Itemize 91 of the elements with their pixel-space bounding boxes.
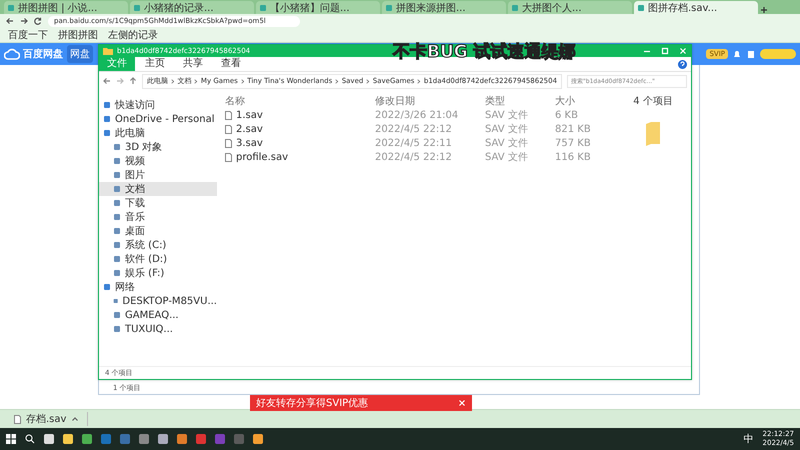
chevron-icon bbox=[366, 78, 370, 84]
file-date: 2022/3/26 21:04 bbox=[375, 110, 460, 120]
file-size: 821 KB bbox=[555, 124, 592, 134]
site-nav-link[interactable]: 网盘 bbox=[67, 45, 93, 63]
file-name: 2.sav bbox=[236, 124, 263, 134]
file-type: SAV 文件 bbox=[485, 108, 529, 122]
close-icon[interactable] bbox=[458, 399, 466, 407]
bookmark-link[interactable]: 百度一下 bbox=[8, 28, 48, 42]
page-icon bbox=[133, 4, 141, 12]
page-icon bbox=[511, 4, 519, 12]
file-row[interactable]: profile.sav 2022/4/5 22:12 SAV 文件 116 KB bbox=[225, 150, 615, 164]
bookmark-link[interactable]: 拼图拼图 bbox=[58, 28, 98, 42]
input-method-indicator[interactable]: 中 bbox=[744, 432, 754, 446]
folder-icon bbox=[103, 47, 113, 55]
maximize-icon[interactable] bbox=[661, 47, 669, 55]
nav-item[interactable]: 桌面 bbox=[99, 224, 217, 238]
help-icon[interactable] bbox=[678, 60, 687, 68]
nav-item[interactable]: 网络 bbox=[99, 280, 217, 294]
nav-item[interactable]: 软件 (D:) bbox=[99, 252, 217, 266]
nav-item[interactable]: 文档 bbox=[99, 182, 217, 196]
column-header[interactable]: 名称 bbox=[225, 94, 375, 108]
bell-icon bbox=[732, 49, 742, 59]
ribbon-tab[interactable]: 共享 bbox=[175, 57, 211, 71]
chevron-icon bbox=[240, 78, 244, 84]
item-count: 4 个项目 bbox=[633, 95, 673, 108]
nav-item[interactable]: TUXUIQ... bbox=[99, 322, 217, 336]
file-size: 116 KB bbox=[555, 152, 592, 162]
nav-item[interactable]: DESKTOP-M85VU... bbox=[99, 294, 217, 308]
file-row[interactable]: 1.sav 2022/3/26 21:04 SAV 文件 6 KB bbox=[225, 108, 615, 122]
cloud-icon bbox=[4, 48, 20, 60]
plus-icon[interactable] bbox=[760, 6, 768, 14]
ad-text: 好友转存分享得SVIP优惠 bbox=[256, 396, 368, 410]
nav-item[interactable]: 此电脑 bbox=[99, 126, 217, 140]
page-icon bbox=[259, 4, 267, 12]
file-date: 2022/4/5 22:12 bbox=[375, 152, 453, 162]
browser-tab[interactable]: 图拼存档.sav... bbox=[634, 1, 758, 14]
browser-tab[interactable]: 【小猪猪】问题... bbox=[256, 1, 380, 14]
chevron-icon bbox=[194, 78, 198, 84]
nav-item[interactable]: OneDrive - Personal bbox=[99, 112, 217, 126]
browser-tab[interactable]: 拼图拼图 | 小说... bbox=[4, 1, 128, 14]
file-name: 1.sav bbox=[236, 110, 263, 120]
column-header[interactable]: 大小 bbox=[555, 94, 615, 108]
page-icon bbox=[385, 4, 393, 12]
browser-tab[interactable]: 小猪猪的记录... bbox=[130, 1, 254, 14]
file-date: 2022/4/5 22:11 bbox=[375, 138, 453, 148]
nav-item[interactable]: 视频 bbox=[99, 154, 217, 168]
chevron-icon bbox=[171, 78, 174, 84]
nav-item[interactable]: 快速访问 bbox=[99, 98, 217, 112]
download-item[interactable]: 存档.sav bbox=[6, 412, 88, 426]
video-caption: 不卡BUG 试试速通缇娜 bbox=[393, 41, 576, 63]
windows-icon bbox=[6, 434, 16, 444]
bookmark-link[interactable]: 左侧的记录 bbox=[108, 28, 158, 42]
file-row[interactable]: 2.sav 2022/4/5 22:12 SAV 文件 821 KB bbox=[225, 122, 615, 136]
file-icon bbox=[14, 414, 21, 424]
upgrade-button[interactable] bbox=[760, 49, 796, 59]
column-header[interactable]: 类型 bbox=[485, 94, 555, 108]
chevron-icon bbox=[335, 78, 339, 84]
page-icon bbox=[7, 4, 15, 12]
site-logo-text: 百度网盘 bbox=[23, 47, 63, 61]
back-arrow-icon[interactable] bbox=[6, 17, 14, 25]
browser-tab[interactable]: 大拼图个人... bbox=[508, 1, 632, 14]
nav-item[interactable]: 音乐 bbox=[99, 210, 217, 224]
file-type: SAV 文件 bbox=[485, 122, 529, 136]
file-type: SAV 文件 bbox=[485, 150, 529, 164]
page-icon bbox=[637, 4, 645, 12]
file-name: 3.sav bbox=[236, 138, 263, 148]
file-date: 2022/4/5 22:12 bbox=[375, 124, 453, 134]
reload-icon[interactable] bbox=[34, 17, 42, 25]
browser-tab[interactable]: 拼图来源拼图... bbox=[382, 1, 506, 14]
nav-item[interactable]: 娱乐 (F:) bbox=[99, 266, 217, 280]
file-size: 6 KB bbox=[555, 110, 579, 120]
file-type: SAV 文件 bbox=[485, 136, 529, 150]
back-arrow-icon[interactable] bbox=[103, 77, 111, 85]
forward-arrow-icon[interactable] bbox=[20, 17, 28, 25]
nav-item[interactable]: GAMEAQ... bbox=[99, 308, 217, 322]
file-row[interactable]: 3.sav 2022/4/5 22:11 SAV 文件 757 KB bbox=[225, 136, 615, 150]
ribbon-tab[interactable]: 主页 bbox=[137, 57, 173, 71]
search-icon bbox=[25, 434, 35, 444]
nav-item[interactable]: 下载 bbox=[99, 196, 217, 210]
file-name: profile.sav bbox=[236, 152, 288, 162]
folder-icon bbox=[645, 122, 661, 146]
caret-icon[interactable] bbox=[71, 415, 80, 423]
nav-item[interactable]: 3D 对象 bbox=[99, 140, 217, 154]
file-size: 757 KB bbox=[555, 138, 592, 148]
up-arrow-icon[interactable] bbox=[129, 77, 137, 85]
nav-item[interactable]: 图片 bbox=[99, 168, 217, 182]
ribbon-tab[interactable]: 查看 bbox=[213, 57, 249, 71]
column-header[interactable]: 修改日期 bbox=[375, 94, 485, 108]
nav-item[interactable]: 系统 (C:) bbox=[99, 238, 217, 252]
close-icon[interactable] bbox=[679, 47, 687, 55]
chevron-icon bbox=[417, 78, 421, 84]
